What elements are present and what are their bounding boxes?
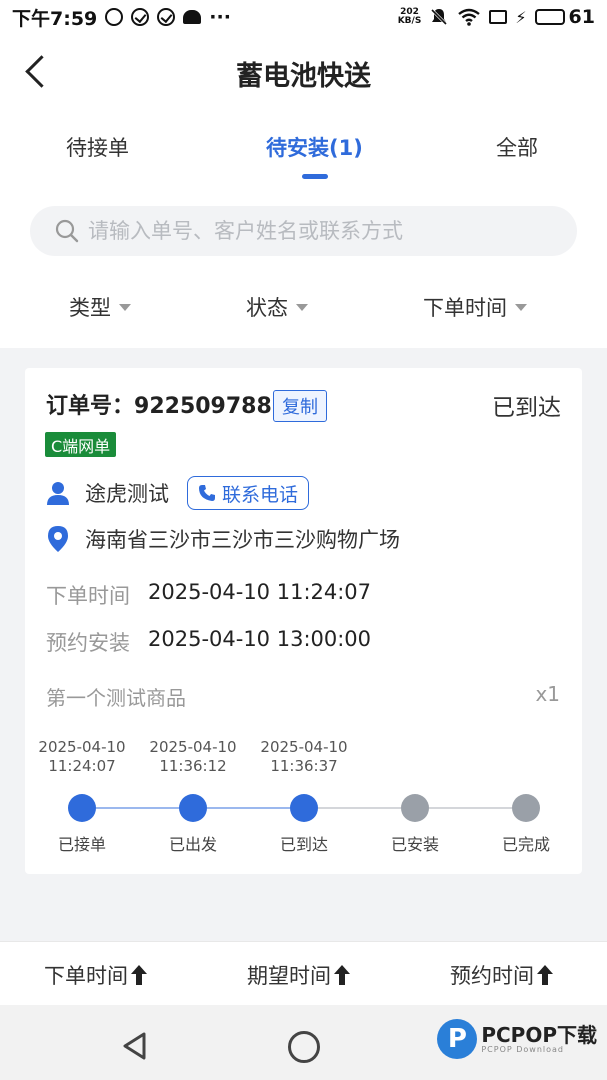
- sort-bar: 下单时间 期望时间 预约时间: [0, 941, 607, 1005]
- location-pin-icon: [48, 526, 68, 552]
- arrow-up-icon: [131, 965, 147, 985]
- tab-pending-install[interactable]: 待安装(1): [266, 132, 363, 162]
- timeline-step-label: 已到达: [279, 835, 328, 854]
- filter-bar: 类型 状态 下单时间: [0, 274, 607, 348]
- order-time-value: 2025-04-10 11:24:07: [148, 580, 372, 604]
- status-time: 下午7:59: [12, 7, 98, 30]
- customer-row: 途虎测试 联系电话: [45, 476, 310, 510]
- timeline-dot: [179, 794, 207, 822]
- user-icon: [47, 482, 69, 505]
- order-tag: C端网单: [45, 432, 117, 457]
- customer-name: 途虎测试: [85, 482, 169, 506]
- app-header: 蓄电池快送: [0, 34, 607, 110]
- timeline-step-label: 已出发: [168, 835, 217, 854]
- contact-phone-button[interactable]: 联系电话: [187, 476, 310, 510]
- timeline-step-label: 已完成: [501, 835, 550, 854]
- nav-home-circle-icon[interactable]: [288, 1031, 320, 1063]
- tab-all[interactable]: 全部: [496, 132, 538, 162]
- install-time-value: 2025-04-10 13:00:00: [148, 627, 372, 651]
- timeline-connector: [429, 807, 512, 809]
- search-section: [0, 194, 607, 274]
- check-circle-icon: [157, 8, 176, 26]
- sort-appointment-time[interactable]: 预约时间: [450, 960, 554, 990]
- aperture-icon: [105, 8, 124, 26]
- status-bar: 下午7:59 ··· 202 KB/S ⚡ 61: [0, 0, 607, 34]
- address-text: 海南省三沙市三沙市三沙购物广场: [85, 528, 400, 552]
- goods-name: 第一个测试商品: [46, 686, 186, 710]
- screen-icon: [489, 10, 508, 24]
- more-dots-icon: ···: [209, 6, 231, 28]
- timeline-step-label: 已安装: [390, 835, 439, 854]
- tab-indicator: [302, 174, 328, 179]
- timeline-connector: [96, 807, 179, 809]
- page-title: 蓄电池快送: [236, 61, 371, 92]
- android-icon: [183, 10, 202, 24]
- search-icon: [55, 219, 79, 243]
- system-nav-bar: P PCPOP下载 PCPOP Download: [0, 1005, 607, 1080]
- timeline-timestamp: 2025-04-10 11:36:37: [260, 738, 348, 775]
- watermark-logo: P: [437, 1019, 478, 1059]
- phone-icon: [199, 485, 215, 501]
- search-box[interactable]: [30, 206, 577, 256]
- timeline-dot: [512, 794, 540, 822]
- install-time-row: 预约安装 2025-04-10 13:00:00: [46, 627, 372, 655]
- wifi-icon: [458, 8, 481, 26]
- check-circle-icon: [131, 8, 150, 26]
- charging-icon: ⚡: [515, 7, 527, 27]
- watermark: P PCPOP下载 PCPOP Download: [437, 1019, 597, 1059]
- timeline-dot: [290, 794, 318, 822]
- order-status: 已到达: [492, 395, 561, 421]
- sort-expected-time[interactable]: 期望时间: [247, 960, 351, 990]
- arrow-up-icon: [334, 965, 350, 985]
- tab-bar: 待接单 待安装(1) 全部: [0, 110, 607, 194]
- timeline-timestamp: 2025-04-10 11:36:12: [149, 738, 237, 775]
- timeline-step-label: 已接单: [57, 835, 106, 854]
- bell-muted-icon: [431, 8, 448, 26]
- battery-icon: [534, 9, 565, 25]
- copy-button[interactable]: 复制: [273, 390, 327, 422]
- sort-order-time[interactable]: 下单时间: [44, 960, 148, 990]
- goods-quantity: x1: [535, 682, 560, 706]
- timeline-dot: [401, 794, 429, 822]
- tab-pending-accept[interactable]: 待接单: [66, 132, 129, 162]
- order-card[interactable]: 订单号：922509788 复制 已到达 C端网单 途虎测试 联系电话 海南省三…: [25, 368, 582, 874]
- caret-down-icon: [296, 303, 308, 311]
- timeline-timestamp: 2025-04-10 11:24:07: [38, 738, 126, 775]
- order-progress-timeline: 2025-04-10 11:24:07 已接单 2025-04-10 11:36:12 已…: [25, 738, 582, 858]
- filter-type[interactable]: 类型: [69, 292, 131, 322]
- arrow-up-icon: [537, 965, 553, 985]
- filter-order-time[interactable]: 下单时间: [423, 292, 527, 322]
- timeline-connector: [207, 807, 290, 809]
- address-row: 海南省三沙市三沙市三沙购物广场: [45, 524, 400, 554]
- nav-back-triangle-icon[interactable]: [120, 1031, 150, 1061]
- order-number: 订单号：922509788: [46, 394, 272, 419]
- filter-status[interactable]: 状态: [246, 292, 308, 322]
- caret-down-icon: [119, 303, 131, 311]
- order-time-row: 下单时间 2025-04-10 11:24:07: [46, 580, 372, 608]
- net-speed: 202 KB/S: [397, 7, 422, 26]
- timeline-connector: [318, 807, 401, 809]
- search-input[interactable]: [88, 219, 528, 243]
- timeline-dot: [68, 794, 96, 822]
- battery-indicator: 61: [534, 6, 595, 28]
- caret-down-icon: [515, 303, 527, 311]
